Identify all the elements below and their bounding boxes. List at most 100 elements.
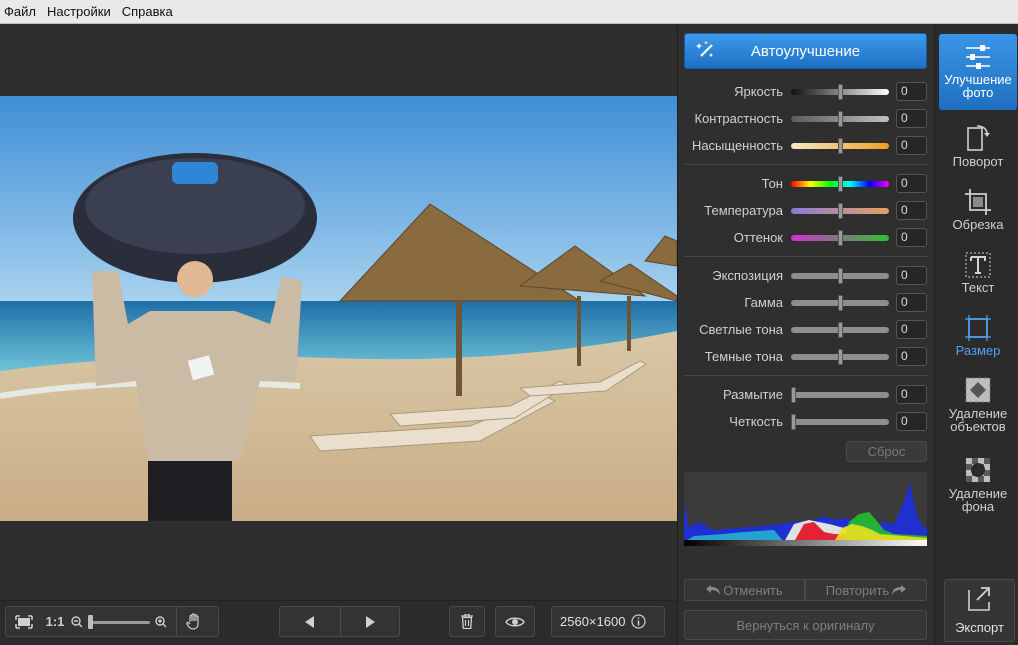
histogram-graph <box>684 482 927 546</box>
photo-canvas[interactable] <box>0 96 677 521</box>
saturation-value[interactable]: 0 <box>896 136 927 155</box>
rotate-icon <box>967 125 990 151</box>
slider-row-tint: Оттенок 0 <box>678 228 935 248</box>
info-icon[interactable] <box>631 614 647 629</box>
magic-wand-icon <box>696 41 714 58</box>
navigation-controls <box>279 606 400 637</box>
reset-button[interactable]: Сброс <box>846 441 927 462</box>
gamma-label: Гамма <box>744 295 783 310</box>
shadows-thumb[interactable] <box>838 349 843 365</box>
tool-resize-label: Размер <box>955 343 1001 358</box>
brightness-thumb[interactable] <box>838 84 843 100</box>
revert-to-original-button[interactable]: Вернуться к оригиналу <box>684 610 927 640</box>
slider-row-blur: Размытие 0 <box>678 385 935 405</box>
exposure-label: Экспозиция <box>712 268 783 283</box>
trash-icon <box>461 614 473 629</box>
tool-object-removal-label: Удаление объектов <box>948 406 1008 434</box>
tint-thumb[interactable] <box>838 230 843 246</box>
resolution-display: 2560×1600 <box>551 606 665 637</box>
tint-value[interactable]: 0 <box>896 228 927 247</box>
contrast-value[interactable]: 0 <box>896 109 927 128</box>
zoom-slider[interactable] <box>86 607 152 636</box>
exposure-thumb[interactable] <box>838 268 843 284</box>
slider-row-exposure: Экспозиция 0 <box>678 266 935 286</box>
contrast-thumb[interactable] <box>838 111 843 127</box>
blur-value[interactable]: 0 <box>896 385 927 404</box>
highlights-thumb[interactable] <box>838 322 843 338</box>
blur-thumb[interactable] <box>791 387 796 403</box>
zoom-in-icon[interactable] <box>152 607 170 636</box>
hue-value[interactable]: 0 <box>896 174 927 193</box>
sliders-icon <box>966 45 990 69</box>
tool-rotate[interactable]: Поворот <box>939 116 1017 178</box>
export-button[interactable]: Экспорт <box>944 579 1015 642</box>
menu-file[interactable]: Файл <box>4 4 36 19</box>
menu-settings[interactable]: Настройки <box>47 4 111 19</box>
next-image-button[interactable] <box>340 607 399 636</box>
bottom-toolbar: 1:1 2560×1600 <box>0 600 677 645</box>
sharpness-slider[interactable] <box>791 419 889 425</box>
zoom-1to1-button[interactable]: 1:1 <box>42 607 68 636</box>
redo-button[interactable]: Повторить <box>805 579 927 601</box>
auto-enhance-label: Автоулучшение <box>750 42 861 60</box>
crop-icon <box>965 189 991 215</box>
tool-rotate-label: Поворот <box>952 154 1004 169</box>
auto-enhance-button[interactable]: Автоулучшение <box>684 33 927 69</box>
undo-button[interactable]: Отменить <box>684 579 805 601</box>
histogram <box>684 472 927 546</box>
tool-background-removal[interactable]: Удаление фона <box>939 448 1017 518</box>
highlights-value[interactable]: 0 <box>896 320 927 339</box>
hand-icon <box>186 612 199 630</box>
tool-resize[interactable]: Размер <box>939 305 1017 367</box>
redo-icon <box>892 585 907 595</box>
exposure-value[interactable]: 0 <box>896 266 927 285</box>
sharpness-value[interactable]: 0 <box>896 412 927 431</box>
tool-text[interactable]: Текст <box>939 242 1017 304</box>
zoom-controls: 1:1 <box>5 606 219 637</box>
fit-screen-button[interactable] <box>6 607 42 636</box>
preview-toggle-button[interactable] <box>495 606 535 637</box>
adjustments-panel: Автоулучшение Яркость 0 Контрастность 0 … <box>677 25 934 645</box>
hue-thumb[interactable] <box>838 176 843 192</box>
hand-tool-button[interactable] <box>177 607 211 636</box>
zoom-slider-thumb[interactable] <box>88 615 93 629</box>
highlights-label: Светлые тона <box>699 322 783 337</box>
temperature-label: Температура <box>704 203 783 218</box>
saturation-thumb[interactable] <box>838 138 843 154</box>
brightness-value[interactable]: 0 <box>896 82 927 101</box>
contrast-label: Контрастность <box>694 111 784 126</box>
tool-photo-enhance-label: Улучшение фото <box>944 72 1012 100</box>
fit-screen-icon <box>15 614 33 629</box>
undo-icon <box>706 585 721 595</box>
temperature-thumb[interactable] <box>838 203 843 219</box>
gamma-thumb[interactable] <box>838 295 843 311</box>
temperature-value[interactable]: 0 <box>896 201 927 220</box>
tint-label: Оттенок <box>733 230 783 245</box>
gamma-value[interactable]: 0 <box>896 293 927 312</box>
menu-help[interactable]: Справка <box>122 4 173 19</box>
arrow-left-icon <box>304 615 314 628</box>
redo-label: Повторить <box>825 582 890 598</box>
tool-sidebar: Улучшение фото Поворот Обрезка Текст Раз… <box>934 25 1018 645</box>
sharpness-thumb[interactable] <box>791 414 796 430</box>
resolution-text: 2560×1600 <box>560 614 626 629</box>
saturation-label: Насыщенность <box>691 138 783 153</box>
tool-text-label: Текст <box>961 280 995 295</box>
zoom-out-icon[interactable] <box>68 607 86 636</box>
export-icon <box>967 587 990 611</box>
divider <box>684 164 927 165</box>
shadows-value[interactable]: 0 <box>896 347 927 366</box>
previous-image-button[interactable] <box>280 607 340 636</box>
tool-photo-enhance[interactable]: Улучшение фото <box>939 34 1017 110</box>
undo-label: Отменить <box>723 582 783 598</box>
blur-label: Размытие <box>722 387 783 402</box>
slider-row-hue: Тон 0 <box>678 174 935 194</box>
tool-crop[interactable]: Обрезка <box>939 179 1017 241</box>
canvas-area <box>0 25 677 600</box>
eye-icon <box>505 617 525 626</box>
tool-object-removal[interactable]: Удаление объектов <box>939 368 1017 438</box>
delete-button[interactable] <box>449 606 485 637</box>
text-icon <box>965 252 991 278</box>
brightness-label: Яркость <box>734 84 783 99</box>
blur-slider[interactable] <box>791 392 889 398</box>
